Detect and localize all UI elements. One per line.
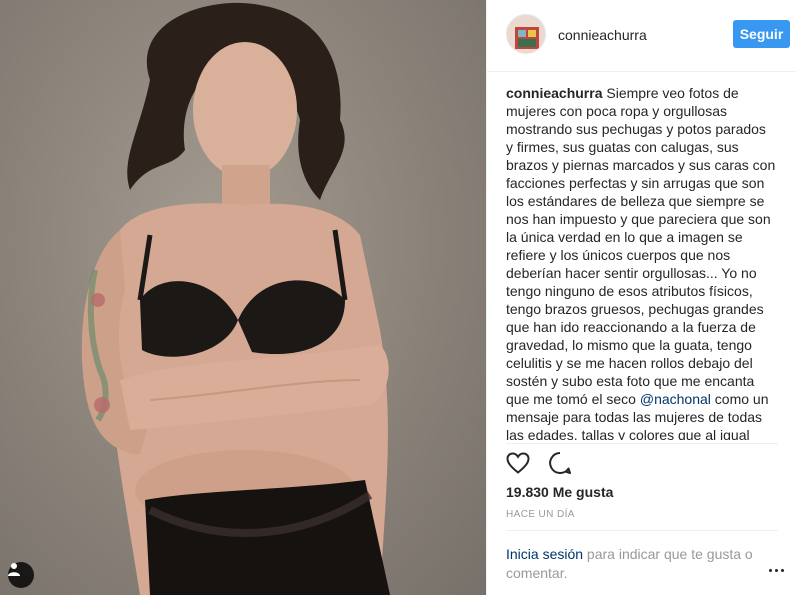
divider bbox=[506, 530, 778, 531]
user-tag-icon[interactable] bbox=[8, 562, 34, 588]
post-side-panel: connieachurra Seguir connieachurra Siemp… bbox=[486, 0, 796, 595]
login-prompt: Inicia sesión para indicar que te gusta … bbox=[506, 545, 761, 583]
post-photo[interactable] bbox=[0, 0, 486, 595]
caption-username[interactable]: connieachurra bbox=[506, 85, 602, 101]
follow-button[interactable]: Seguir bbox=[733, 20, 790, 48]
mention-link[interactable]: @nachonal bbox=[640, 391, 711, 407]
post-header: connieachurra Seguir bbox=[487, 0, 796, 72]
post-timestamp: HACE UN DÍA bbox=[506, 509, 575, 520]
photo-illustration bbox=[81, 2, 390, 595]
comment-icon[interactable] bbox=[546, 449, 574, 477]
avatar[interactable] bbox=[506, 14, 546, 54]
heart-icon[interactable] bbox=[504, 449, 532, 477]
likes-count[interactable]: 19.830 Me gusta bbox=[506, 484, 613, 500]
more-options-icon[interactable] bbox=[769, 565, 789, 575]
divider bbox=[506, 443, 778, 444]
login-link[interactable]: Inicia sesión bbox=[506, 546, 583, 562]
caption-text-part1: Siempre veo fotos de mujeres con poca ro… bbox=[506, 85, 776, 407]
action-bar bbox=[504, 449, 574, 477]
header-username[interactable]: connieachurra bbox=[558, 27, 647, 43]
caption: connieachurra Siempre veo fotos de mujer… bbox=[506, 84, 776, 440]
